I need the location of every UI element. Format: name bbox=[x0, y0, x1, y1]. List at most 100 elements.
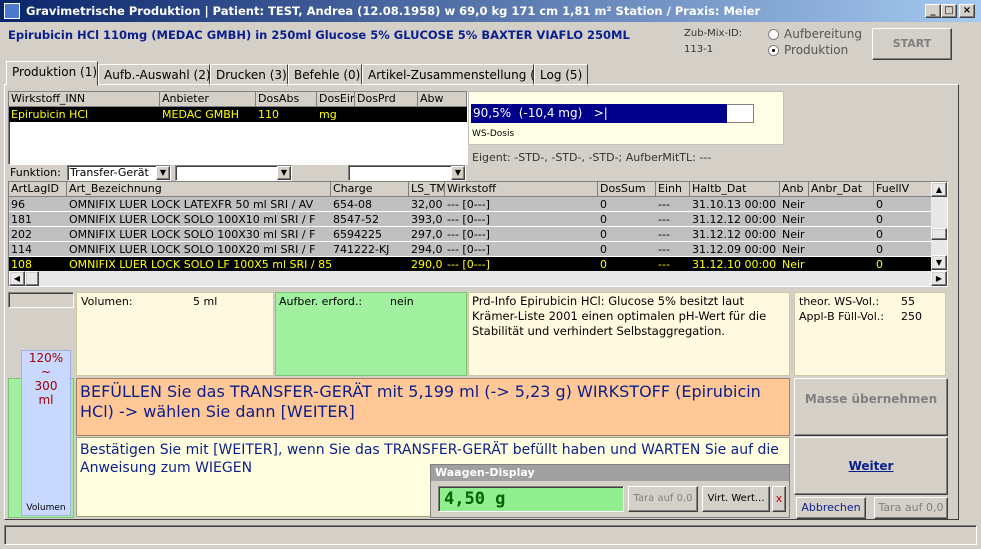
col-header[interactable]: Haltb_Dat bbox=[690, 182, 780, 197]
product-title: Epirubicin HCl 110mg (MEDAC GMBH) in 250… bbox=[8, 28, 630, 42]
cell: 0 bbox=[600, 228, 607, 241]
cell: --- [0---] bbox=[447, 243, 490, 256]
maximize-button[interactable]: □ bbox=[941, 4, 957, 18]
col-header[interactable]: LS_TM bbox=[409, 182, 445, 197]
cell: Neir bbox=[782, 243, 805, 256]
vertical-scrollbar[interactable]: ▲ ▼ bbox=[931, 182, 947, 270]
cell: 114 bbox=[11, 243, 32, 256]
table-row[interactable]: 202 OMNIFIX LUER LOCK SOLO 100X30 ml SRI … bbox=[9, 227, 931, 242]
cell bbox=[355, 107, 418, 122]
cell: --- bbox=[658, 213, 670, 226]
cell: 31.12.10 00:00 bbox=[692, 258, 777, 271]
radio-aufbereitung-label[interactable]: Aufbereitung bbox=[784, 27, 862, 41]
cell: --- [0---] bbox=[447, 258, 490, 271]
cell: 297,0 bbox=[411, 228, 443, 241]
col-header[interactable]: Abw bbox=[418, 92, 467, 107]
weiter-button[interactable]: Weiter bbox=[794, 437, 948, 495]
cell: 741222-KJ bbox=[333, 243, 390, 256]
col-header[interactable]: DosSum bbox=[598, 182, 656, 197]
radio-aufbereitung[interactable] bbox=[768, 29, 779, 40]
cell: 0 bbox=[600, 213, 607, 226]
col-header[interactable]: Anbieter bbox=[160, 92, 256, 107]
col-header[interactable]: Einh bbox=[656, 182, 690, 197]
zub-mix-value: 113-1 bbox=[684, 44, 714, 55]
combo-2[interactable]: ▼ bbox=[175, 165, 292, 181]
col-header[interactable]: FuellV bbox=[874, 182, 939, 197]
dose-progress-bar: 90,5% (-10,4 mg) >| bbox=[471, 104, 728, 123]
chevron-down-icon[interactable]: ▼ bbox=[451, 166, 465, 180]
waagen-value: 4,50 g bbox=[438, 486, 624, 512]
chevron-down-icon[interactable]: ▼ bbox=[277, 166, 291, 180]
scroll-down-icon[interactable]: ▼ bbox=[931, 255, 947, 270]
table-row[interactable]: 181 OMNIFIX LUER LOCK SOLO 100X10 ml SRI … bbox=[9, 212, 931, 227]
scroll-up-icon[interactable]: ▲ bbox=[931, 182, 947, 197]
volumen-panel: Volumen: 5 ml bbox=[76, 292, 274, 376]
cell: --- bbox=[658, 243, 670, 256]
volume-bar: 120% ~ 300 ml Volumen bbox=[21, 350, 71, 516]
tara-button[interactable]: Tara auf 0,0 bbox=[874, 497, 948, 519]
cell: 108 bbox=[11, 258, 32, 271]
prd-info: Prd-Info Epirubicin HCl: Glucose 5% besi… bbox=[468, 292, 790, 376]
article-grid[interactable]: ArtLagID Art_Bezeichnung Charge LS_TM Wirkst… bbox=[8, 181, 948, 287]
col-header[interactable]: DosEin bbox=[317, 92, 355, 107]
volume-unit: ml bbox=[38, 393, 54, 407]
col-header[interactable]: Anb bbox=[780, 182, 809, 197]
cell: OMNIFIX LUER LOCK SOLO LF 100X5 ml SRI /… bbox=[69, 258, 331, 271]
tab-log[interactable]: Log (5) bbox=[534, 64, 588, 86]
cell: 0 bbox=[876, 213, 883, 226]
start-button[interactable]: START bbox=[872, 28, 952, 60]
cell: OMNIFIX LUER LOCK SOLO 100X20 ml SRI / F bbox=[69, 243, 316, 256]
combo-3[interactable]: ▼ bbox=[348, 165, 466, 181]
wirkstoff-grid[interactable]: Wirkstoff_INN Anbieter DosAbs DosEin Dos… bbox=[8, 91, 468, 165]
hscroll-thumb[interactable] bbox=[25, 271, 39, 286]
virt-wert-button[interactable]: Virt. Wert... bbox=[702, 486, 770, 512]
radio-produktion[interactable] bbox=[768, 45, 779, 56]
cell: 6594225 bbox=[333, 228, 382, 241]
cell: 110 bbox=[258, 108, 279, 121]
col-header[interactable]: Charge bbox=[331, 182, 409, 197]
tab-befehle[interactable]: Befehle (0) bbox=[288, 64, 362, 86]
table-row[interactable]: 108 OMNIFIX LUER LOCK SOLO LF 100X5 ml SR… bbox=[9, 257, 931, 272]
table-row[interactable]: 114 OMNIFIX LUER LOCK SOLO 100X20 ml SRI … bbox=[9, 242, 931, 257]
cell: 202 bbox=[11, 228, 32, 241]
col-header[interactable]: DosAbs bbox=[256, 92, 317, 107]
horizontal-scrollbar[interactable]: ◀ ▶ bbox=[9, 271, 947, 286]
funktion-select[interactable]: Transfer-Gerät ▼ bbox=[67, 165, 171, 181]
instruction-main: BEFÜLLEN Sie das TRANSFER-GERÄT mit 5,19… bbox=[76, 378, 790, 436]
tab-aufb-auswahl[interactable]: Aufb.-Auswahl (2) bbox=[98, 64, 211, 86]
aufber-label: Aufber. erford.: bbox=[279, 295, 363, 308]
cell: --- bbox=[658, 198, 670, 211]
volumen-value: 5 ml bbox=[193, 295, 218, 308]
col-header[interactable]: DosPrd bbox=[355, 92, 418, 107]
scroll-thumb[interactable] bbox=[931, 228, 947, 240]
tab-drucken[interactable]: Drucken (3) bbox=[210, 64, 288, 86]
col-header[interactable]: Wirkstoff_INN bbox=[9, 92, 160, 107]
chevron-down-icon[interactable]: ▼ bbox=[156, 166, 170, 180]
cell: 0 bbox=[876, 258, 883, 271]
cell: --- [0---] bbox=[447, 228, 490, 241]
appl-label: Appl-B Füll-Vol.: bbox=[799, 310, 884, 323]
app-icon[interactable] bbox=[4, 3, 20, 19]
tab-artikel-zusammenstellung[interactable]: Artikel-Zusammenstellung (4) bbox=[362, 64, 547, 86]
minimize-button[interactable]: _ bbox=[925, 4, 941, 18]
table-row[interactable]: 96 OMNIFIX LUER LOCK LATEXFR 50 ml SRI / … bbox=[9, 197, 931, 212]
cell: Neir bbox=[782, 198, 805, 211]
masse-uebernehmen-button[interactable]: Masse übernehmen bbox=[794, 378, 948, 436]
scroll-right-icon[interactable]: ▶ bbox=[931, 271, 947, 286]
cell: 181 bbox=[11, 213, 32, 226]
tab-produktion[interactable]: Produktion (1) bbox=[6, 61, 98, 86]
waagen-tara-button[interactable]: Tara auf 0,0 bbox=[628, 486, 698, 512]
scroll-left-icon[interactable]: ◀ bbox=[9, 271, 25, 286]
close-button[interactable]: × bbox=[959, 4, 975, 18]
abbrechen-button[interactable]: Abbrechen bbox=[796, 497, 866, 519]
col-header[interactable]: Art_Bezeichnung bbox=[67, 182, 331, 197]
col-header[interactable]: Wirkstoff bbox=[445, 182, 598, 197]
table-row[interactable]: Epirubicin HCl MEDAC GMBH 110 mg bbox=[9, 107, 467, 122]
col-header[interactable]: ArtLagID bbox=[9, 182, 67, 197]
window-title-bar[interactable]: Gravimetrische Produktion | Patient: TES… bbox=[0, 0, 981, 22]
radio-produktion-label[interactable]: Produktion bbox=[784, 43, 848, 57]
waagen-title: Waagen-Display bbox=[431, 465, 789, 481]
col-header[interactable]: Anbr_Dat bbox=[809, 182, 874, 197]
waagen-close-button[interactable]: x bbox=[772, 486, 786, 512]
cell: 290,0 bbox=[411, 258, 443, 271]
